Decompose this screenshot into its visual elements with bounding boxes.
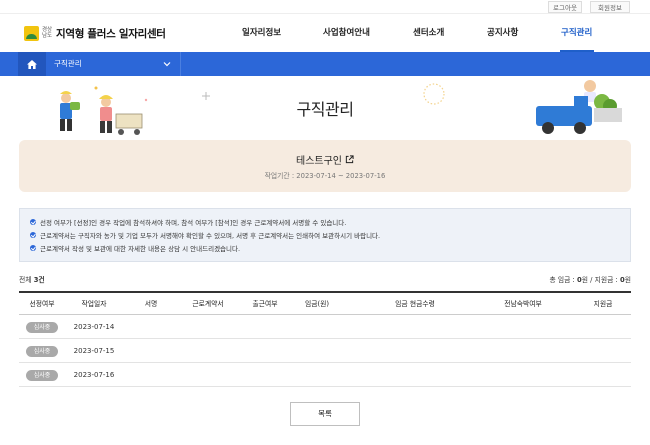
location-bar: 구직관리 [0,52,650,76]
status-badge: 심사중 [26,345,58,357]
total-label: 전체 [19,276,32,284]
external-link-icon [345,155,354,164]
chevron-down-icon[interactable] [162,59,172,69]
table-row: 심사중 2023-07-15 [19,339,631,363]
table-row: 심사중 2023-07-14 [19,315,631,339]
col-lodging: 전남숙박여부 [504,300,542,308]
notice-text: 근로계약서 작성 및 보관에 대한 자세한 내용은 상담 시 안내드리겠습니다. [40,244,241,253]
tractor-illustration-icon [536,80,622,134]
logo-region-text: 경상 남도 [42,27,53,39]
notice-box: 선정 여부가 [선정]인 경우 작업에 참석하셔야 하며, 참석 여부가 [참석… [19,208,631,262]
list-button[interactable]: 목록 [290,402,360,426]
col-signature: 서명 [144,300,158,308]
notice-text: 선정 여부가 [선정]인 경우 작업에 참석하셔야 하며, 참석 여부가 [참석… [40,218,347,227]
home-icon [27,59,37,69]
status-badge: 심사중 [26,369,58,381]
notice-text: 근로계약서는 구직자와 농가 및 기업 모두가 서명해야 확인할 수 있으며, … [40,231,381,240]
breadcrumb-divider [180,52,181,76]
col-contract: 근로계약서 [192,300,224,308]
job-schedule-table: 선정여부 작업일자 서명 근로계약서 출근여부 임금(원) 임금 현금수령 전남… [19,291,631,387]
total-count: 전체 3건 [19,274,45,284]
nav-job-info[interactable]: 일자리정보 [242,14,281,52]
job-period: 작업기간 : 2023-07-14 ~ 2023-07-16 [264,172,386,180]
nav-notice[interactable]: 공지사항 [487,14,518,52]
nav-job-management[interactable]: 구직관리 [561,14,592,52]
nav-center-intro[interactable]: 센터소개 [413,14,444,52]
member-info-link[interactable]: 회원정보 [590,1,630,13]
col-selection: 선정여부 [29,300,55,308]
check-circle-icon [30,218,36,225]
table-row: 심사중 2023-07-16 [19,363,631,387]
work-date: 2023-07-15 [73,347,115,355]
utility-bar: 로그아웃 회원정보 [0,0,650,14]
wage-label: 총 임금 : [549,276,575,284]
logo-emblem-icon [24,25,39,41]
logo-title: 지역형 플러스 일자리센터 [56,27,166,40]
site-header: 경상 남도 지역형 플러스 일자리센터 일자리정보 사업참여안내 센터소개 공지… [0,14,650,52]
work-date: 2023-07-14 [73,323,115,331]
col-attendance: 출근여부 [252,300,278,308]
support-unit: 원 [624,276,631,284]
home-button[interactable] [18,52,46,76]
page-hero: 구직관리 [0,76,650,140]
notice-item: 선정 여부가 [선정]인 경우 작업에 참석하셔야 하며, 참석 여부가 [참석… [30,215,620,228]
col-subsidy: 지원금 [593,300,613,308]
wage-unit: 원 / 지원금 : [581,276,618,284]
breadcrumb-current[interactable]: 구직관리 [54,52,82,76]
job-title: 테스트구인 [296,156,342,167]
nav-participation-guide[interactable]: 사업참여안내 [323,14,370,52]
total-value: 3건 [33,276,45,284]
work-date: 2023-07-16 [73,371,115,379]
notice-item: 근로계약서 작성 및 보관에 대한 자세한 내용은 상담 시 안내드리겠습니다. [30,241,620,254]
logout-link[interactable]: 로그아웃 [548,1,582,13]
job-summary-card: 테스트구인 작업기간 : 2023-07-14 ~ 2023-07-16 [19,140,631,192]
status-badge: 심사중 [26,321,58,333]
notice-item: 근로계약서는 구직자와 농가 및 기업 모두가 서명해야 확인할 수 있으며, … [30,228,620,241]
site-logo[interactable]: 경상 남도 지역형 플러스 일자리센터 [24,25,166,41]
job-title-link[interactable]: 테스트구인 [296,152,354,167]
check-circle-icon [30,244,36,251]
wage-summary: 총 임금 : 0원 / 지원금 : 0원 [549,274,631,284]
check-circle-icon [30,231,36,238]
col-cash-receipt: 임금 현금수령 [395,300,435,308]
col-wage: 임금(원) [304,300,330,308]
table-header: 선정여부 작업일자 서명 근로계약서 출근여부 임금(원) 임금 현금수령 전남… [19,291,631,315]
col-work-date: 작업일자 [81,300,107,308]
result-summary: 전체 3건 총 임금 : 0원 / 지원금 : 0원 [19,274,631,286]
